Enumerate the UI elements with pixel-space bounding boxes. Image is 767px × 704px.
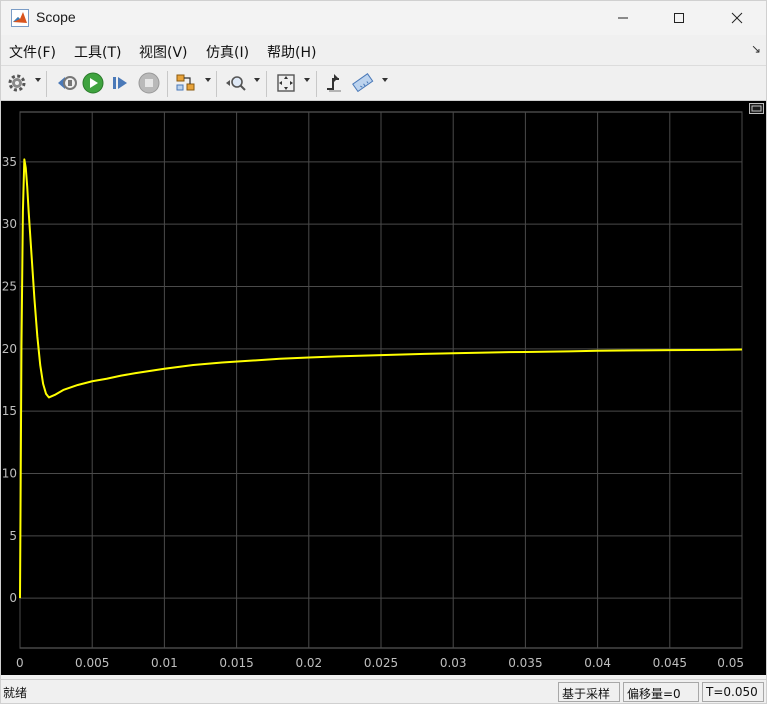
toolbar-separator — [216, 71, 217, 97]
menu-help[interactable]: 帮助(H) — [267, 42, 316, 62]
toolbar-separator — [46, 71, 47, 97]
block-icon[interactable] — [174, 71, 198, 95]
y-tick-label: 10 — [2, 466, 17, 480]
toolbar — [1, 65, 766, 101]
y-tick-label: 30 — [2, 217, 17, 231]
maximize-button[interactable] — [653, 1, 705, 35]
x-tick-label: 0.03 — [440, 656, 467, 670]
fit-axes-icon[interactable] — [274, 71, 298, 95]
toolbar-separator — [316, 71, 317, 97]
matlab-logo-icon — [11, 9, 29, 27]
menu-bar: 文件(F) 工具(T) 视图(V) 仿真(I) 帮助(H) ↘ — [1, 37, 766, 65]
x-tick-label: 0.05 — [717, 656, 744, 670]
y-tick-label: 0 — [9, 591, 17, 605]
title-bar[interactable]: Scope — [1, 1, 766, 35]
menu-simulation[interactable]: 仿真(I) — [206, 42, 249, 62]
fit-axes-dropdown-icon[interactable] — [304, 78, 310, 82]
dock-arrow-icon[interactable]: ↘ — [751, 42, 761, 56]
x-tick-label: 0.025 — [364, 656, 398, 670]
toolbar-separator — [167, 71, 168, 97]
minimize-button[interactable] — [597, 1, 649, 35]
y-tick-label: 15 — [2, 404, 17, 418]
close-icon — [731, 12, 743, 24]
window-title: Scope — [36, 9, 76, 25]
block-dropdown-icon[interactable] — [205, 78, 211, 82]
menu-view[interactable]: 视图(V) — [139, 42, 188, 62]
trigger-icon[interactable] — [323, 71, 347, 95]
toolbar-separator — [266, 71, 267, 97]
zoom-dropdown-icon[interactable] — [254, 78, 260, 82]
y-tick-label: 25 — [2, 280, 17, 294]
x-tick-label: 0.045 — [653, 656, 687, 670]
x-tick-label: 0 — [16, 656, 24, 670]
y-tick-label: 20 — [2, 342, 17, 356]
scope-window: Scope 文件(F) 工具(T) 视图(V) 仿真(I) 帮助(H) ↘ 0 … — [0, 0, 767, 704]
x-tick-label: 0.005 — [75, 656, 109, 670]
status-sample-mode: 基于采样 — [558, 682, 620, 702]
status-offset: 偏移量=0 — [623, 682, 699, 702]
maximize-icon — [674, 13, 684, 23]
menu-file[interactable]: 文件(F) — [9, 42, 56, 62]
x-tick-label: 0.035 — [508, 656, 542, 670]
status-bar: 就绪 基于采样 偏移量=0 T=0.050 — [1, 679, 766, 703]
status-time: T=0.050 — [702, 682, 764, 702]
step-forward-icon[interactable] — [109, 71, 133, 95]
minimize-icon — [618, 17, 628, 19]
menu-tools[interactable]: 工具(T) — [74, 42, 121, 62]
x-tick-label: 0.015 — [219, 656, 253, 670]
y-tick-label: 5 — [9, 529, 17, 543]
play-icon[interactable] — [81, 71, 105, 95]
close-button[interactable] — [711, 1, 763, 35]
ruler-icon[interactable] — [351, 71, 375, 95]
y-tick-label: 35 — [2, 155, 17, 169]
gear-icon[interactable] — [5, 71, 29, 95]
x-tick-label: 0.04 — [584, 656, 611, 670]
step-back-icon[interactable] — [54, 71, 78, 95]
x-tick-label: 0.01 — [151, 656, 178, 670]
status-text: 就绪 — [3, 686, 28, 700]
ruler-dropdown-icon[interactable] — [382, 78, 388, 82]
zoom-icon[interactable] — [224, 71, 248, 95]
scope-plot[interactable]: 0 0.005 0.01 0.015 0.02 0.025 0.03 0.035 0.04 0.0… — [1, 101, 766, 675]
x-tick-label: 0.02 — [295, 656, 322, 670]
stop-icon[interactable] — [137, 71, 161, 95]
gear-dropdown-icon[interactable] — [35, 78, 41, 82]
